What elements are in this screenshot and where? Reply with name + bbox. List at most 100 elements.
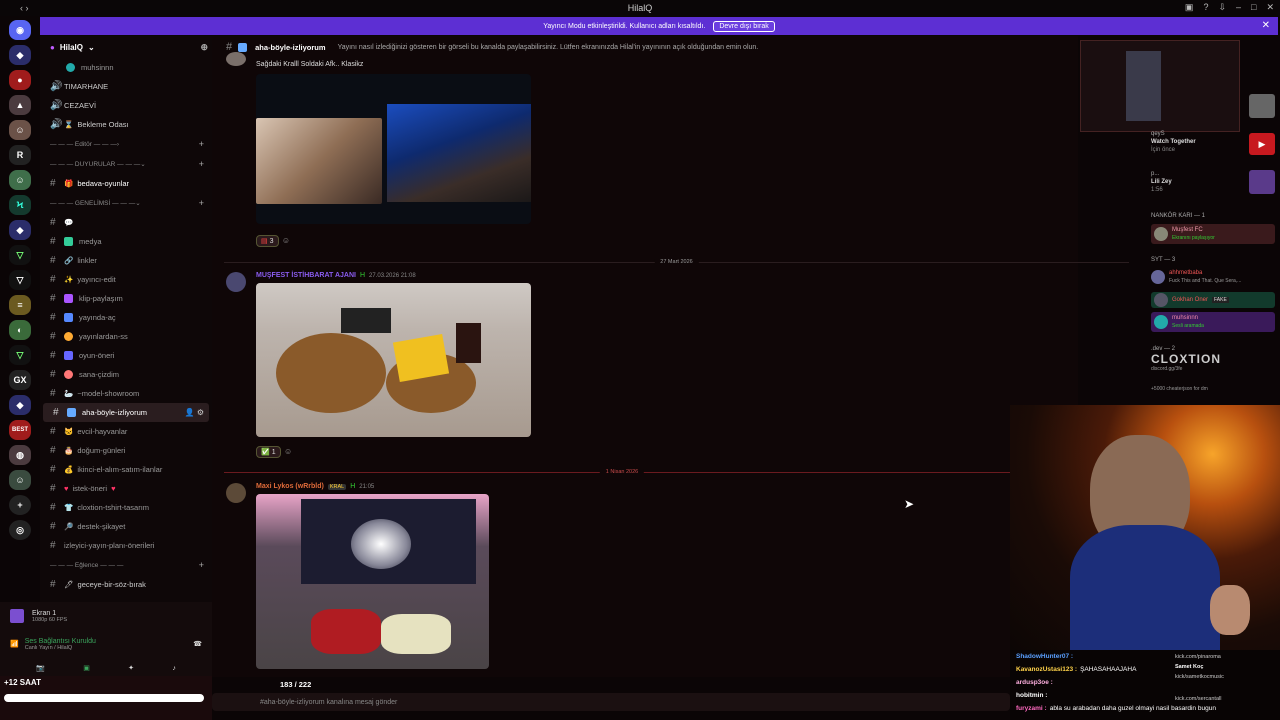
header-channel-name: aha-böyle-izliyorum [255,42,326,52]
server-icon[interactable]: ▲ [9,95,31,115]
channel-settings-icon[interactable]: 👤 ⚙ [185,408,204,417]
server-icon[interactable]: ◆ [9,395,31,415]
channel-cloxtion[interactable]: # 👕 cloxtion-tshirt-tasarım [40,498,212,517]
add-channel-icon[interactable]: + [199,198,204,208]
disconnect-icon[interactable]: ☎ [193,640,202,648]
discord-home-icon[interactable]: ◉ [9,20,31,40]
channel-aha-active[interactable]: # aha-böyle-izliyorum 👤 ⚙ [43,403,209,422]
server-icon[interactable]: ▽ [9,345,31,365]
stream-preview[interactable] [1080,40,1240,132]
minimize-button[interactable]: – [1236,2,1241,13]
server-icon[interactable]: GX [9,370,31,390]
server-icon[interactable]: ● [9,70,31,90]
channel-klip[interactable]: # klip-paylaşım [40,289,212,308]
close-button[interactable]: ✕ [1266,2,1274,13]
message-image[interactable] [256,74,531,224]
channel-dogum[interactable]: # 🎂 doğum-günleri [40,441,212,460]
channel-istek[interactable]: # ♥ istek-öneri ♥ [40,479,212,498]
server-icon[interactable]: ▽ [9,245,31,265]
inbox-icon[interactable]: ▣ [1185,2,1194,13]
add-reaction-icon[interactable]: ☺ [284,447,292,456]
category-eglence[interactable]: — — — Eğlence — — — + [40,555,212,575]
channel-izleyici[interactable]: # izleyici-yayın-planı-önerileri [40,536,212,555]
channel-yayinlardan[interactable]: # yayınlardan-ss [40,327,212,346]
server-icon[interactable]: ▽ [9,270,31,290]
member-gokhan[interactable]: Gokhan Oner FAKE [1151,292,1275,308]
member-muhsinnn[interactable]: muhsinnn Sesli aramada [1151,312,1275,332]
voice-controls: 📷 ▣ ✦ ♪ [0,658,212,678]
reaction[interactable]: ▤ 3 ☺ [256,232,290,247]
member-name: ahhmetbaba [1169,270,1203,276]
message-input[interactable]: #aha-böyle-izliyorum kanalına mesaj gönd… [212,693,1010,711]
channel-oyun[interactable]: # oyun-öneri [40,346,212,365]
add-channel-icon[interactable]: + [199,139,204,149]
channel-sana[interactable]: # sana-çizdim [40,365,212,384]
channel-destek[interactable]: # 🔎 destek-şikayet [40,517,212,536]
activity-card[interactable]: p... Lili Zey 1:56 [1151,170,1172,194]
soundboard-icon[interactable]: ♪ [172,665,176,672]
channel-chat[interactable]: # 💬 [40,213,212,232]
message-image[interactable] [256,494,489,669]
server-icon[interactable]: ≡ [9,295,31,315]
channel-timarhane[interactable]: 🔊 TIMARHANE [40,77,212,96]
screen-share-status[interactable]: Ekran 1 1080p 60 FPS [0,602,212,630]
download-icon[interactable]: ⇩ [1218,2,1226,13]
channel-geceye[interactable]: # 🖊 geceye-bir-söz-bırak [40,575,212,594]
member-musfest[interactable]: Muşfest FC Ekranını paylaşıyor [1151,224,1275,244]
channel-medya[interactable]: # medya [40,232,212,251]
voice-status[interactable]: 📶 Ses Bağlantısı Kuruldu Canlı Yayın / Hi… [0,630,212,658]
reaction[interactable]: ✅ 1 ☺ [256,443,292,458]
server-icon[interactable]: ◆ [9,220,31,240]
server-icon[interactable]: ☺ [9,170,31,190]
activity-card[interactable]: qeyS Watch Together İçin önce [1151,130,1196,154]
maximize-button[interactable]: □ [1251,2,1256,13]
channel-bedava-oyunlar[interactable]: # 🎁 bedava-oyunlar [40,174,212,193]
avatar[interactable] [226,272,246,292]
discover-icon[interactable]: ◎ [9,520,31,540]
category-editor[interactable]: — — — Editör — — — › + [40,134,212,154]
channel-label: geceye-bir-söz-bırak [77,580,146,589]
server-icon[interactable]: ◆ [9,45,31,65]
channel-ikinci[interactable]: # 💰 ikinci-el-alım-satım-ilanlar [40,460,212,479]
server-icon[interactable]: ☺ [9,470,31,490]
channel-model[interactable]: # 🦢 ~model-showroom [40,384,212,403]
help-icon[interactable]: ? [1203,2,1208,13]
channel-evcil[interactable]: # 🐱 evcil-hayvanlar [40,422,212,441]
close-icon[interactable]: ✕ [1262,20,1270,31]
voice-user[interactable]: muhsinnn [40,58,212,77]
activity-icon[interactable]: ✦ [128,664,134,672]
channel-yayinci-edit[interactable]: # ✨ yayıncı-edit [40,270,212,289]
disable-streamer-mode-button[interactable]: Devre dışı bırak [713,20,775,32]
server-icon[interactable]: ☺ [9,120,31,140]
youtube-icon[interactable]: ▶ [1249,133,1275,155]
server-icon[interactable]: ◐ [9,320,31,340]
member-ahhmetbaba[interactable]: ahhmetbaba Fuck This and That. Que Sera,.… [1151,269,1241,285]
add-member-icon[interactable]: ⊕ [200,42,208,53]
server-header[interactable]: ● HilalQ ⌄ ⊕ [40,36,212,58]
server-icon[interactable]: R [9,145,31,165]
server-icon[interactable]: Ϟ [9,195,31,215]
username[interactable]: Maxi Lykos (wRrbld) [256,483,324,490]
channel-bekleme[interactable]: 🔊 ⌛ Bekleme Odası [40,115,212,134]
channel-cezaevi[interactable]: 🔊 CEZAEVİ [40,96,212,115]
add-channel-icon[interactable]: + [199,560,204,570]
server-thumb[interactable] [1249,94,1275,118]
add-server-icon[interactable]: + [9,495,31,515]
server-icon[interactable]: BEST [9,420,31,440]
member-cloxtion[interactable]: CLOXTION discord.gg/3fe [1151,353,1221,374]
add-channel-icon[interactable]: + [199,159,204,169]
camera-icon[interactable]: 📷 [36,664,45,672]
avatar[interactable] [226,483,246,503]
channel-yayinda[interactable]: # yayında-aç [40,308,212,327]
message-image[interactable] [256,283,531,437]
album-art [1249,170,1275,194]
add-reaction-icon[interactable]: ☺ [282,236,290,245]
back-icon[interactable]: ‹ › [20,3,29,13]
username[interactable]: MUŞFEST İSTİHBARAT AJANI [256,272,356,279]
avatar[interactable] [226,52,246,66]
category-genel[interactable]: — — — GENELİMSİ — — — ⌄ + [40,193,212,213]
screen-share-icon[interactable]: ▣ [83,664,90,672]
channel-linkler[interactable]: # 🔗 linkler [40,251,212,270]
category-duyurular[interactable]: — — — DUYURULAR — — — ⌄ + [40,154,212,174]
server-icon[interactable]: ◍ [9,445,31,465]
